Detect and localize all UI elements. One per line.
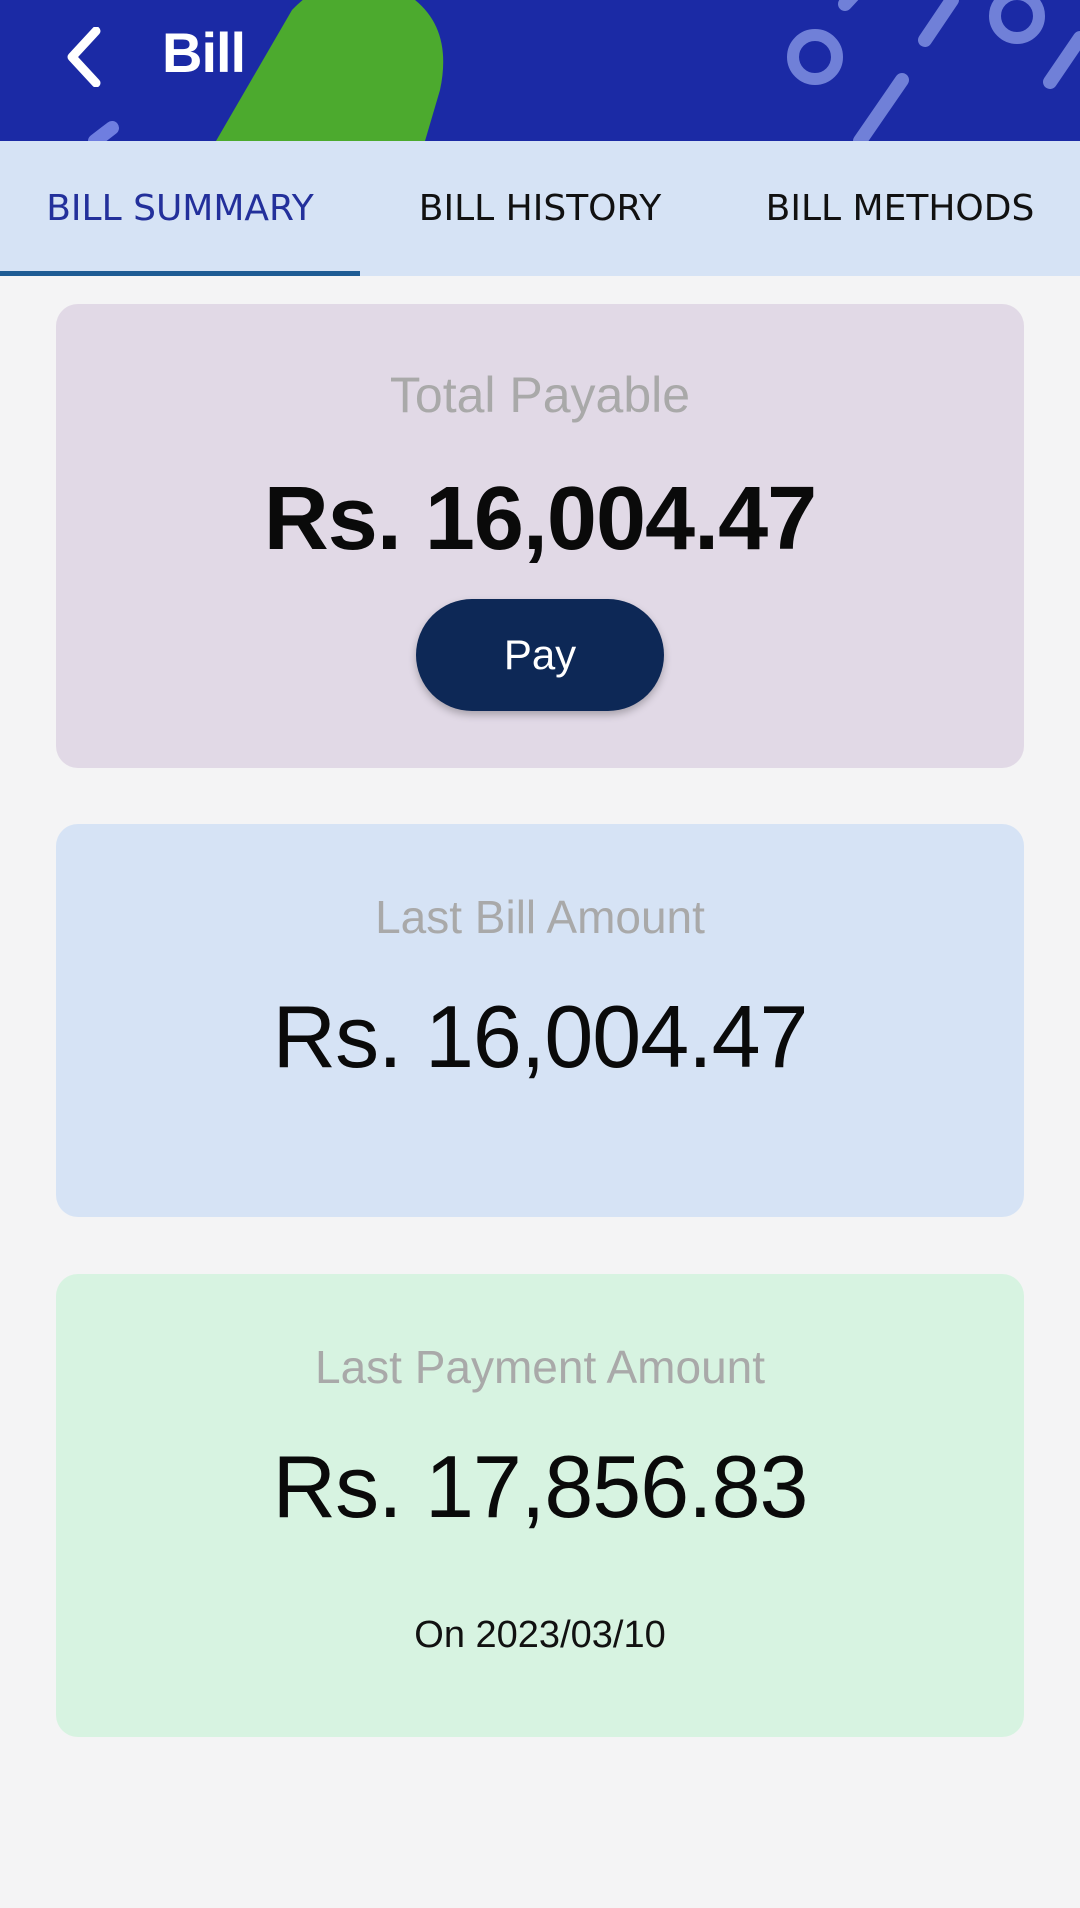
back-button[interactable] [52, 22, 116, 92]
tab-bar: BILL SUMMARY BILL HISTORY BILL METHODS [0, 141, 1080, 276]
last-payment-date: On 2023/03/10 [414, 1614, 666, 1656]
app-header: Bill [0, 0, 1080, 141]
page-title: Bill [162, 21, 246, 84]
tab-label: BILL METHODS [765, 188, 1035, 229]
tab-bill-summary[interactable]: BILL SUMMARY [0, 141, 360, 276]
total-payable-label: Total Payable [389, 367, 691, 423]
chevron-left-icon [67, 27, 101, 87]
last-payment-amount: Rs. 17,856.83 [272, 1437, 809, 1536]
tab-selected-indicator [0, 271, 360, 276]
last-payment-label: Last Payment Amount [314, 1341, 766, 1393]
total-payable-card: Total Payable Rs. 16,004.47 Pay [56, 304, 1024, 768]
tab-label: BILL HISTORY [418, 188, 662, 229]
tab-bill-history[interactable]: BILL HISTORY [360, 141, 720, 276]
tab-label: BILL SUMMARY [46, 188, 314, 229]
last-payment-card: Last Payment Amount Rs. 17,856.83 On 202… [56, 1274, 1024, 1737]
total-payable-amount: Rs. 16,004.47 [263, 469, 817, 569]
tab-bill-methods[interactable]: BILL METHODS [720, 141, 1080, 276]
last-bill-card: Last Bill Amount Rs. 16,004.47 [56, 824, 1024, 1217]
last-bill-amount: Rs. 16,004.47 [272, 987, 809, 1086]
pay-button[interactable]: Pay [416, 599, 664, 711]
last-bill-label: Last Bill Amount [375, 891, 705, 943]
